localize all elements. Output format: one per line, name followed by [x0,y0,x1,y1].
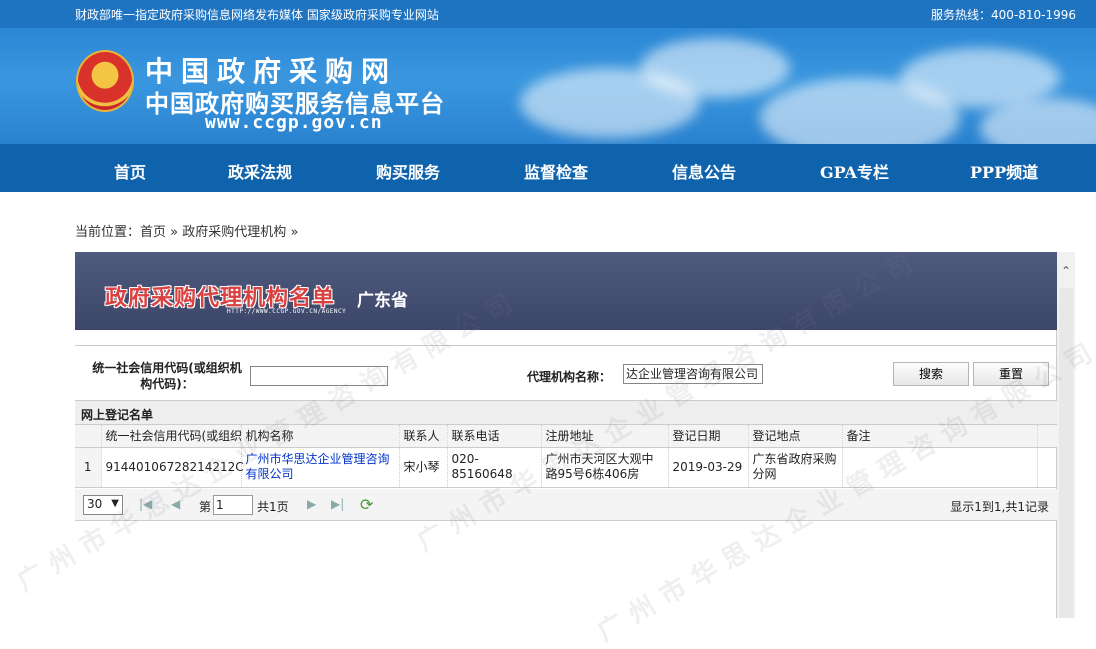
page-size-select[interactable]: 30 ▼ [83,495,123,515]
row-index: 1 [75,447,102,488]
search-button[interactable]: 搜索 [893,362,969,386]
breadcrumb: 当前位置：首页 » 政府采购代理机构 » [75,221,298,240]
first-page-icon[interactable]: |◀ [139,497,152,511]
vertical-scrollbar[interactable]: ⌃ [1057,252,1075,618]
row-name-cell: 广州市华思达企业管理咨询有限公司 [241,447,400,488]
prev-page-icon[interactable]: ◀ [171,497,180,511]
list-title: 网上登记名单 [75,401,1057,425]
total-pages: 共1页 [257,500,289,514]
main-nav: 首页 政采法规 购买服务 监督检查 信息公告 GPA专栏 PPP频道 [0,144,1096,192]
nav-item-announcements[interactable]: 信息公告 [672,159,736,183]
panel-province: 广东省 [357,291,408,311]
agency-name-input[interactable]: 达企业管理咨询有限公司 [623,364,763,384]
service-hotline: 服务热线：400-810-1996 [930,8,1076,22]
row-date: 2019-03-29 [668,447,749,488]
agency-list-panel: 政府采购代理机构名单 广东省 HTTP://WWW.CCGP.GOV.CN/AG… [75,252,1058,618]
nav-item-home[interactable]: 首页 [114,159,146,183]
agency-table: 统一社会信用代码(或组织 机构名称 联系人 联系电话 注册地址 登记日期 登记地… [75,425,1058,488]
search-form: 统一社会信用代码(或组织机构代码)： 代理机构名称： 达企业管理咨询有限公司 搜… [75,345,1057,401]
pagination-bar: 30 ▼ |◀ ◀ 第 1 共1页 ▶ ▶| ⟳ 显示1到1,共1记录 [75,489,1057,521]
credit-code-label: 统一社会信用代码(或组织机构代码)： [92,361,242,391]
row-spacer [1037,447,1058,488]
breadcrumb-current[interactable]: 政府采购代理机构 [182,225,286,240]
nav-item-ppp[interactable]: PPP频道 [970,159,1038,183]
breadcrumb-trail: » [290,225,299,240]
credit-code-input[interactable] [250,366,388,386]
row-remark [842,447,1038,488]
row-place: 广东省政府采购分网 [748,447,843,488]
column-header-place[interactable]: 登记地点 [748,425,843,448]
column-header-index [75,425,102,448]
column-header-spacer [1037,425,1058,448]
column-header-contact[interactable]: 联系人 [399,425,448,448]
row-name-link[interactable]: 广州市华思达企业管理咨询有限公司 [246,452,390,481]
page-size-value: 30 [87,497,103,511]
site-banner: 中国政府采购网 中国政府购买服务信息平台 www.ccgp.gov.cn [0,28,1096,144]
row-credit-code: 91440106728214212C [101,447,244,488]
column-header-name[interactable]: 机构名称 [241,425,400,448]
site-logo-url: www.ccgp.gov.cn [205,112,383,133]
table-row[interactable]: 1 91440106728214212C 广州市华思达企业管理咨询有限公司 宋小… [75,447,1058,488]
breadcrumb-separator: » [170,225,179,240]
row-phone: 020-85160648 [447,447,542,488]
chevron-down-icon: ▼ [111,498,119,509]
table-header-row: 统一社会信用代码(或组织 机构名称 联系人 联系电话 注册地址 登记日期 登记地… [75,425,1058,448]
nav-item-purchase-services[interactable]: 购买服务 [376,159,440,183]
column-header-credit-code[interactable]: 统一社会信用代码(或组织 [101,425,242,448]
national-emblem-icon [76,50,134,112]
page-number-input[interactable]: 1 [213,495,253,515]
column-header-phone[interactable]: 联系电话 [447,425,542,448]
column-header-date[interactable]: 登记日期 [668,425,749,448]
column-header-remark[interactable]: 备注 [842,425,1038,448]
row-address: 广州市天河区大观中路95号6栋406房 [541,447,669,488]
breadcrumb-home[interactable]: 首页 [140,225,166,240]
breadcrumb-prefix: 当前位置： [75,225,141,240]
agency-name-label: 代理机构名称： [527,370,612,384]
refresh-icon[interactable]: ⟳ [360,495,373,514]
nav-item-regulations[interactable]: 政采法规 [228,159,292,183]
panel-url: HTTP://WWW.CCGP.GOV.CN/AGENCY [227,308,347,315]
panel-header: 政府采购代理机构名单 广东省 HTTP://WWW.CCGP.GOV.CN/AG… [75,252,1057,330]
site-slogan: 财政部唯一指定政府采购信息网络发布媒体 国家级政府采购专业网站 [75,8,439,22]
row-contact: 宋小琴 [399,447,448,488]
record-info: 显示1到1,共1记录 [950,500,1049,514]
nav-item-supervision[interactable]: 监督检查 [524,159,588,183]
top-info-bar: 财政部唯一指定政府采购信息网络发布媒体 国家级政府采购专业网站 服务热线：400… [0,0,1096,28]
nav-item-gpa[interactable]: GPA专栏 [820,159,889,183]
scroll-up-icon[interactable]: ⌃ [1060,265,1072,277]
page-label: 第 [199,500,212,514]
column-header-address[interactable]: 注册地址 [541,425,669,448]
reset-button[interactable]: 重置 [973,362,1049,386]
next-page-icon[interactable]: ▶ [307,497,316,511]
scrollbar-track[interactable] [1059,288,1073,618]
last-page-icon[interactable]: ▶| [331,497,344,511]
